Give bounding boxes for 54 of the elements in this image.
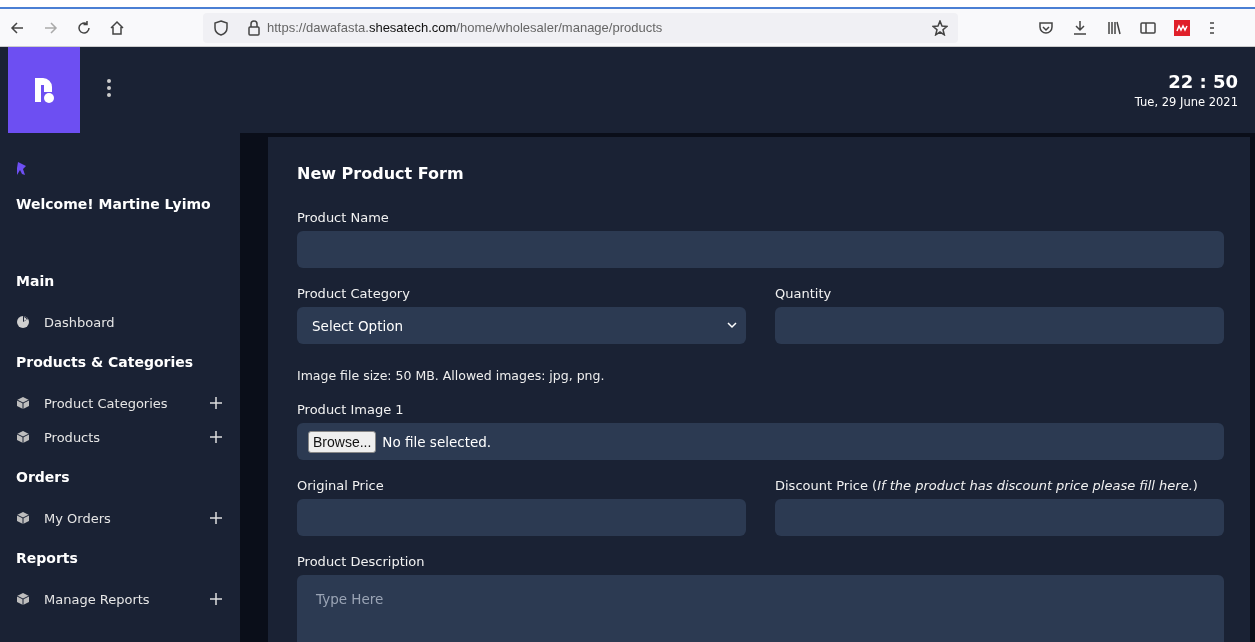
shield-icon[interactable] — [213, 19, 229, 36]
logo-tile[interactable] — [8, 47, 80, 133]
help-text: Image file size: 50 MB. Allowed images: jpg, png. — [297, 367, 606, 385]
plus-icon[interactable] — [210, 431, 222, 443]
clock-date: Tue, 29 June 2021 — [1134, 95, 1238, 109]
section-heading: Reports — [16, 549, 79, 568]
cube-icon — [16, 396, 30, 410]
lock-icon[interactable] — [247, 19, 261, 36]
section-heading: Orders — [16, 468, 71, 487]
field-label: Product Category — [297, 285, 411, 303]
pocket-icon[interactable] — [1038, 19, 1054, 36]
section-heading: Main — [16, 272, 56, 291]
plus-icon[interactable] — [210, 397, 222, 409]
chevron-down-icon — [727, 322, 737, 329]
download-icon[interactable] — [1072, 19, 1088, 36]
input-field[interactable] — [775, 499, 1224, 536]
sidebar-item[interactable]: Manage Reports — [44, 591, 210, 607]
field-label: Product Description — [297, 553, 426, 571]
field-label: Discount Price (If the product has discount price please fill here.) — [775, 477, 1199, 495]
select-field[interactable]: Select Option — [297, 307, 746, 344]
file-status: No file selected. — [382, 433, 492, 450]
textarea-field[interactable]: Type Here — [297, 575, 1224, 642]
back-icon[interactable] — [10, 19, 25, 36]
plus-icon[interactable] — [210, 512, 222, 524]
form-title: New Product Form — [297, 163, 465, 185]
input-field[interactable] — [297, 231, 1224, 268]
field-label: Product Name — [297, 209, 390, 227]
section-heading: Products & Categories — [16, 353, 195, 372]
extension-icon[interactable] — [1174, 19, 1190, 36]
cube-icon — [16, 511, 30, 525]
sidebar-item[interactable]: Dashboard — [44, 314, 222, 330]
field-label: Quantity — [775, 285, 833, 303]
pie-chart-icon — [16, 315, 30, 329]
sidebar-icon[interactable] — [1140, 19, 1156, 36]
input-field[interactable] — [775, 307, 1224, 344]
welcome-text: Welcome! Martine Lyimo — [16, 195, 212, 214]
menu-dots-icon[interactable] — [106, 78, 112, 98]
browse-button[interactable]: Browse... — [308, 430, 377, 453]
plus-icon[interactable] — [210, 593, 222, 605]
cube-icon — [16, 430, 30, 444]
sidebar-item[interactable]: Products — [44, 429, 210, 445]
cube-icon — [16, 592, 30, 606]
home-icon[interactable] — [109, 19, 125, 36]
reload-icon[interactable] — [76, 19, 91, 36]
clock-time: 22 : 50 — [1168, 71, 1238, 92]
input-field[interactable] — [297, 499, 746, 536]
overflow-menu-icon[interactable] — [1208, 19, 1214, 36]
field-label: Product Image 1 — [297, 401, 405, 419]
star-icon[interactable] — [932, 19, 948, 36]
field-label: Original Price — [297, 477, 385, 495]
sidebar-item[interactable]: My Orders — [44, 510, 210, 526]
logo-icon[interactable] — [32, 75, 56, 105]
sidebar-item[interactable]: Product Categories — [44, 395, 210, 411]
library-icon[interactable] — [1106, 19, 1122, 36]
